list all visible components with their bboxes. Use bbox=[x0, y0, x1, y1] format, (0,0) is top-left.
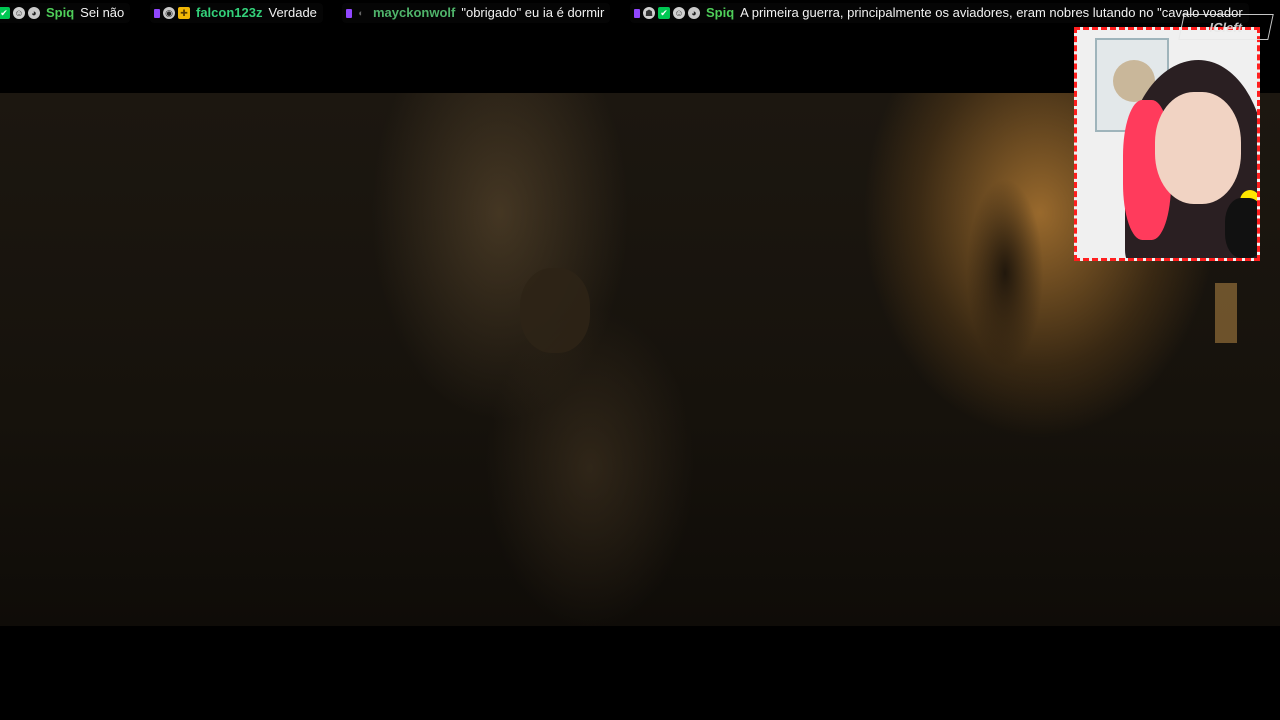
robot-badge-icon: ☺ bbox=[673, 7, 685, 19]
checkmark-badge-icon: ✔ bbox=[658, 7, 670, 19]
purple-badge-icon bbox=[346, 8, 352, 18]
shadow-figure bbox=[950, 163, 1060, 383]
channel-watermark: ICleft bbox=[1178, 14, 1274, 40]
ghost-badge-icon: ☗ bbox=[643, 7, 655, 19]
chat-message: ◉ ✚ falcon123z Verdade bbox=[150, 3, 323, 23]
checkmark-badge-icon: ✔ bbox=[0, 7, 10, 19]
person-figure bbox=[450, 258, 740, 626]
chat-text: Sei não bbox=[80, 5, 125, 20]
purple-badge-icon bbox=[154, 8, 160, 18]
chat-username[interactable]: falcon123z bbox=[196, 3, 262, 23]
chat-ticker: ✔ ☺ ◕ Spiq Sei não ◉ ✚ falcon123z Verdad… bbox=[0, 0, 1280, 26]
microphone-icon bbox=[1225, 198, 1257, 258]
robot-badge-icon: ☺ bbox=[13, 7, 25, 19]
purple-badge-icon bbox=[634, 8, 640, 18]
chat-message: ☗ ✔ ☺ ◕ Spiq A primeira guerra, principa… bbox=[630, 3, 1249, 23]
chat-text: Verdade bbox=[268, 5, 317, 20]
avatar-badge-icon: ◉ bbox=[163, 7, 175, 19]
gift-badge-icon: ✚ bbox=[178, 7, 190, 19]
chat-username[interactable]: mayckonwolf bbox=[373, 3, 455, 23]
window-light bbox=[1215, 283, 1237, 343]
moon-badge-icon: ◐ bbox=[358, 8, 364, 18]
streamer-face bbox=[1155, 92, 1241, 204]
webcam-overlay bbox=[1074, 27, 1260, 261]
face-badge-icon: ◕ bbox=[688, 7, 700, 19]
person-head bbox=[520, 268, 590, 353]
chat-text: "obrigado" eu ia é dormir bbox=[461, 5, 605, 20]
chat-text: A primeira guerra, principalmente os avi… bbox=[740, 5, 1243, 20]
chat-message: ✔ ☺ ◕ Spiq Sei não bbox=[0, 3, 131, 23]
face-badge-icon: ◕ bbox=[28, 7, 40, 19]
chat-username[interactable]: Spiq bbox=[46, 3, 74, 23]
chat-message: ◐ mayckonwolf "obrigado" eu ia é dormir bbox=[342, 3, 611, 23]
chat-username[interactable]: Spiq bbox=[706, 3, 734, 23]
